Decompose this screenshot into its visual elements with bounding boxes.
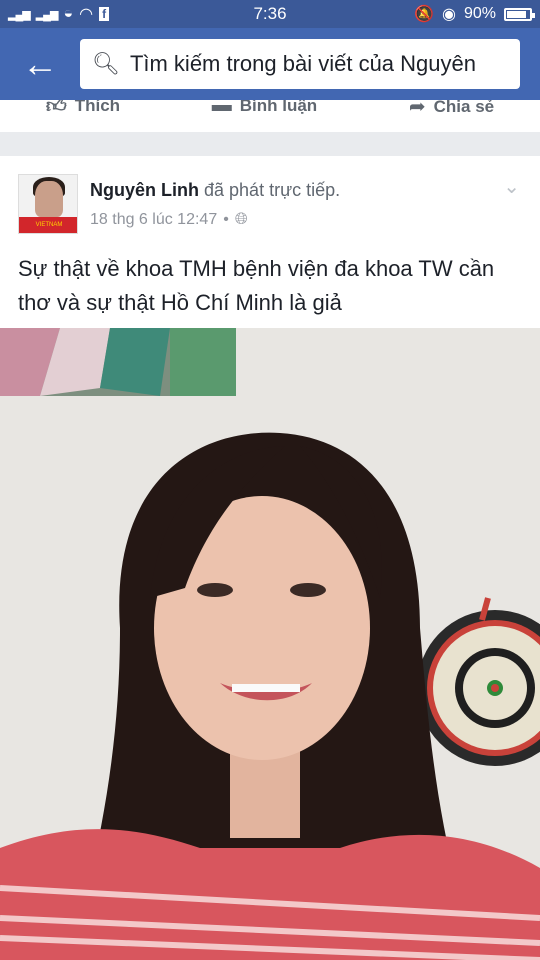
post-meta: 18 thg 6 lúc 12:47 • 🌐︎ [90,211,248,229]
post-options-button[interactable]: ⌄ [503,174,520,199]
battery-icon [504,7,535,21]
post-card: VIETNAM Nguyên Linh đã phát trực tiếp. 1… [0,156,540,328]
mute-icon: 🔕 [414,6,434,23]
share-button[interactable]: ➦ Chia sẻ [409,100,494,119]
status-bar: ▂▄▆ ▂▄▆ ◒ ◠ f 7:36 🔕 ◉ 90% [0,0,540,28]
arrow-left-icon: ← [22,43,58,84]
globe-icon: 🌐︎ [234,211,248,228]
post-text: Sự thật về khoa TMH bệnh viện đa khoa TW… [18,256,495,315]
battery-percent: 90% [463,5,496,22]
author-name[interactable]: Nguyên Linh [90,180,199,200]
like-label: Thích [74,100,121,115]
avatar-caption: VIETNAM [19,217,77,233]
chevron-down-icon: ⌄ [503,176,520,198]
comment-icon: ▬ [211,100,232,116]
live-video[interactable] [0,328,540,960]
video-frame [0,328,540,960]
post-action-text: đã phát trực tiếp. [204,180,341,200]
search-input[interactable] [129,51,508,77]
post-timestamp[interactable]: 18 thg 6 lúc 12:47 [90,211,217,229]
comment-button[interactable]: ▬ Bình luận [212,100,317,117]
previous-post-action-bar: 👍︎ Thích ▬ Bình luận ➦ Chia sẻ [0,100,540,132]
share-icon: ➦ [408,100,426,118]
search-box[interactable]: 🔍︎ [80,39,520,89]
app-bar: ← 🔍︎ [0,28,540,100]
comment-label: Bình luận [239,100,318,115]
eye-icon: ◉ [442,6,456,23]
share-label: Chia sẻ [433,100,495,116]
like-icon: 👍︎ [45,100,67,117]
search-icon: 🔍︎ [92,51,120,76]
like-button[interactable]: 👍︎ Thích [46,100,120,118]
back-button[interactable]: ← [0,28,80,100]
avatar[interactable]: VIETNAM [18,174,78,234]
post-header: Nguyên Linh đã phát trực tiếp. [90,180,340,201]
